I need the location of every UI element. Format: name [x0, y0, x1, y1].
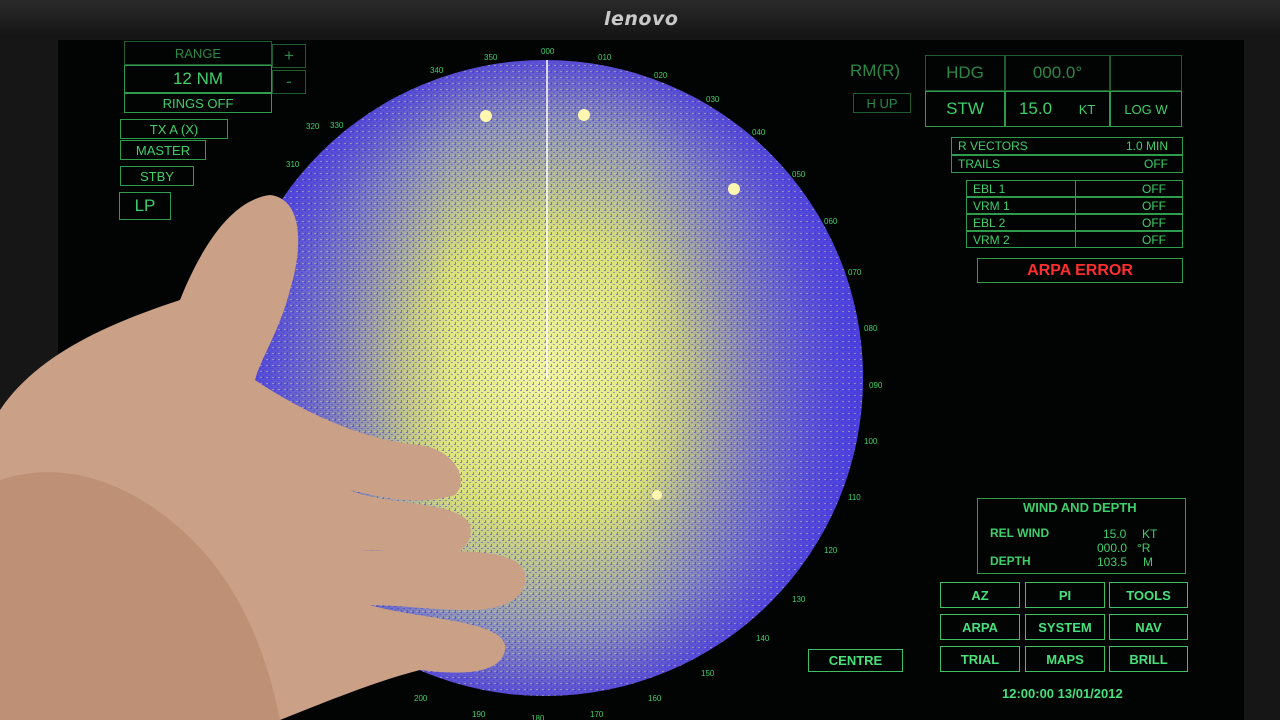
bearing-scale-label: 150: [701, 669, 715, 678]
log-source-button[interactable]: LOG W: [1110, 91, 1182, 127]
ebl-vrm-divider: [1075, 181, 1076, 196]
ebl-vrm-value: OFF: [1142, 182, 1166, 196]
bearing-scale-label: 320: [306, 122, 320, 131]
bearing-scale-label: 060: [824, 217, 838, 226]
range-increase-button[interactable]: +: [272, 44, 306, 68]
bearing-scale-label: 090: [869, 381, 883, 390]
bearing-scale-label: 130: [792, 595, 806, 604]
lp-pulse-button[interactable]: LP: [119, 192, 171, 220]
rel-wind-speed: 15.0: [1103, 527, 1127, 541]
ebl-vrm-value: OFF: [1142, 216, 1166, 230]
menu-button-pi[interactable]: PI: [1025, 582, 1105, 608]
transmitter-select-button[interactable]: TX A (X): [120, 119, 228, 139]
stw-unit: KT: [1065, 91, 1110, 127]
rings-toggle[interactable]: RINGS OFF: [124, 93, 272, 113]
ebl-vrm-row[interactable]: VRM 1 OFF: [966, 197, 1183, 214]
ebl-vrm-label: EBL 2: [973, 216, 1006, 230]
menu-button-system[interactable]: SYSTEM: [1025, 614, 1105, 640]
stw-value: 15.0: [1005, 91, 1065, 127]
vector-setting-label: TRAILS: [958, 157, 1001, 171]
range-value[interactable]: 12 NM: [124, 65, 272, 93]
bearing-scale-label: 330: [330, 121, 344, 130]
bearing-scale-label: 100: [864, 437, 878, 446]
depth-value: 103.5: [1097, 555, 1128, 569]
rel-wind-label: REL WIND: [990, 526, 1050, 540]
bearing-scale-label: 080: [864, 324, 878, 333]
vector-setting-value: 1.0 MIN: [1125, 139, 1168, 153]
vector-setting-value: OFF: [1144, 157, 1168, 171]
ebl-vrm-value: OFF: [1142, 199, 1166, 213]
vector-setting-row[interactable]: TRAILS OFF: [951, 155, 1183, 173]
depth-unit: M: [1143, 555, 1153, 569]
bearing-scale-label: 030: [706, 95, 720, 104]
radar-target-echo: [652, 490, 662, 500]
menu-button-trial[interactable]: TRIAL: [940, 646, 1020, 672]
ebl-vrm-divider: [1075, 232, 1076, 247]
heading-value: 000.0°: [1005, 55, 1110, 91]
menu-button-brill[interactable]: BRILL: [1109, 646, 1188, 672]
orientation-button[interactable]: H UP: [853, 93, 911, 113]
bearing-scale-label: 020: [654, 71, 668, 80]
stw-label: STW: [925, 91, 1005, 127]
rel-wind-direction: 000.0: [1097, 541, 1128, 555]
monitor-brand-logo: lenovo: [604, 8, 679, 30]
range-decrease-button[interactable]: -: [272, 70, 306, 94]
range-title: RANGE: [124, 41, 272, 65]
master-button[interactable]: MASTER: [120, 140, 206, 160]
ebl-vrm-row[interactable]: EBL 2 OFF: [966, 214, 1183, 231]
menu-button-arpa[interactable]: ARPA: [940, 614, 1020, 640]
bearing-scale-label: 160: [648, 694, 662, 703]
ebl-vrm-label: EBL 1: [973, 182, 1006, 196]
centre-button[interactable]: CENTRE: [808, 649, 903, 672]
bearing-scale-label: 070: [848, 268, 862, 277]
bearing-scale-label: 050: [792, 170, 806, 179]
ebl-vrm-row[interactable]: EBL 1 OFF: [966, 180, 1183, 197]
bearing-scale-label: 340: [430, 66, 444, 75]
menu-button-maps[interactable]: MAPS: [1025, 646, 1105, 672]
ebl-vrm-label: VRM 1: [973, 199, 1010, 213]
wind-depth-title: WIND AND DEPTH: [1023, 500, 1137, 515]
radar-target-echo: [728, 183, 740, 195]
heading-label: HDG: [925, 55, 1005, 91]
arpa-error-alarm[interactable]: ARPA ERROR: [977, 258, 1183, 283]
radar-target-echo: [480, 110, 492, 122]
depth-label: DEPTH: [990, 554, 1031, 568]
vector-setting-row[interactable]: R VECTORS 1.0 MIN: [951, 137, 1183, 155]
heading-spare-cell: [1110, 55, 1182, 91]
bearing-scale-label: 120: [824, 546, 838, 555]
bearing-scale-label: 170: [590, 710, 604, 719]
bearing-scale-label: 040: [752, 128, 766, 137]
bearing-scale-label: 140: [756, 634, 770, 643]
ebl-vrm-divider: [1075, 198, 1076, 213]
bearing-scale-label: 000: [541, 47, 555, 56]
rel-wind-direction-unit: °R: [1137, 541, 1151, 555]
hand-occlusion: [0, 195, 526, 720]
rel-wind-speed-unit: KT: [1142, 527, 1158, 541]
ebl-vrm-row[interactable]: VRM 2 OFF: [966, 231, 1183, 248]
ebl-vrm-value: OFF: [1142, 233, 1166, 247]
bearing-scale-label: 010: [598, 53, 612, 62]
bearing-scale-label: 310: [286, 160, 300, 169]
menu-button-az[interactable]: AZ: [940, 582, 1020, 608]
standby-button[interactable]: STBY: [120, 166, 194, 186]
bearing-scale-label: 110: [848, 493, 861, 502]
menu-button-nav[interactable]: NAV: [1109, 614, 1188, 640]
vector-setting-label: R VECTORS: [958, 139, 1028, 153]
ebl-vrm-label: VRM 2: [973, 233, 1010, 247]
date-time-display: 12:00:00 13/01/2012: [1002, 686, 1123, 701]
ebl-vrm-divider: [1075, 215, 1076, 230]
radar-target-echo: [578, 109, 590, 121]
menu-button-tools[interactable]: TOOLS: [1109, 582, 1188, 608]
motion-mode-label[interactable]: RM(R): [850, 61, 900, 81]
bearing-scale-label: 350: [484, 53, 498, 62]
